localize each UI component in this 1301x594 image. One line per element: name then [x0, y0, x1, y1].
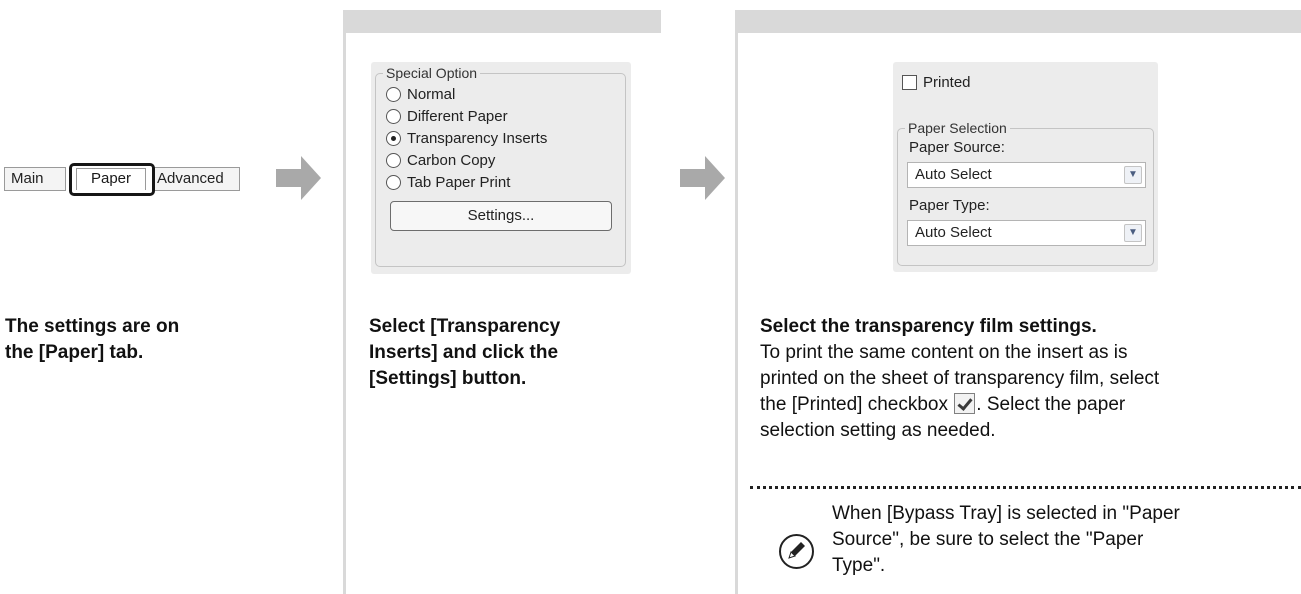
radio-button[interactable]	[386, 152, 401, 168]
note-separator	[750, 486, 1301, 489]
step1-caption-line: The settings are on	[5, 316, 180, 337]
step2-caption-line: Inserts] and click the	[369, 342, 559, 363]
radio-label: Tab Paper Print	[407, 173, 511, 191]
radio-button[interactable]	[386, 86, 401, 102]
panel-divider	[343, 33, 346, 594]
printed-label: Printed	[923, 74, 971, 91]
tab-strip: Main Advanced Paper	[4, 155, 244, 200]
step2-caption-line: Select [Transparency	[369, 316, 561, 337]
paper-selection-title: Paper Selection	[905, 120, 1010, 136]
tab-paper-highlight: Paper	[69, 163, 155, 196]
radio-button[interactable]	[386, 108, 401, 124]
note-line: Type".	[832, 555, 886, 576]
radio-label: Transparency Inserts	[407, 129, 548, 147]
radio-button[interactable]	[386, 174, 401, 190]
step1-caption: The settings are on the [Paper] tab.	[5, 314, 179, 366]
special-option-dialog: Special Option Normal Different Paper Tr…	[371, 62, 631, 274]
settings-button[interactable]: Settings...	[390, 201, 612, 231]
panel-divider	[735, 33, 738, 594]
radio-button-selected[interactable]	[386, 130, 401, 146]
panel-header-bar	[735, 10, 1301, 33]
step3-body-text: the [Printed] checkbox	[760, 394, 948, 415]
step1-caption-line: the [Paper] tab.	[5, 342, 144, 363]
tab-main[interactable]: Main	[4, 167, 66, 191]
paper-source-value: Auto Select	[915, 166, 992, 183]
step2-caption: Select [Transparency Inserts] and click …	[369, 314, 560, 392]
printed-checkbox[interactable]	[902, 75, 917, 90]
chevron-down-icon[interactable]: ▼	[1124, 166, 1142, 184]
step3-heading: Select the transparency film settings.	[760, 316, 1097, 337]
chevron-down-icon[interactable]: ▼	[1124, 224, 1142, 242]
paper-source-select[interactable]: Auto Select ▼	[907, 162, 1146, 188]
note-text: When [Bypass Tray] is selected in "Paper…	[832, 501, 1292, 579]
paper-type-value: Auto Select	[915, 224, 992, 241]
radio-label: Normal	[407, 85, 456, 103]
paper-source-label: Paper Source:	[909, 139, 1005, 156]
step3-body-line: To print the same content on the insert …	[760, 342, 1128, 363]
tab-advanced[interactable]: Advanced	[148, 167, 240, 191]
radio-option-normal[interactable]: Normal	[386, 85, 455, 103]
panel-header-bar	[343, 10, 661, 33]
paper-selection-group: Paper Selection Paper Source: Auto Selec…	[897, 120, 1154, 266]
radio-option-tab-paper-print[interactable]: Tab Paper Print	[386, 173, 510, 191]
radio-label: Carbon Copy	[407, 151, 496, 169]
checkmark-checkbox-icon	[954, 393, 976, 414]
step2-caption-line: [Settings] button.	[369, 368, 527, 389]
step3-body-line: selection setting as needed.	[760, 420, 996, 441]
tab-paper[interactable]: Paper	[76, 168, 146, 190]
step3-body: To print the same content on the insert …	[760, 340, 1300, 444]
paper-type-label: Paper Type:	[909, 197, 990, 214]
step3-body-line: printed on the sheet of transparency fil…	[760, 368, 1160, 389]
radio-option-different-paper[interactable]: Different Paper	[386, 107, 508, 125]
printed-checkbox-row[interactable]: Printed	[902, 74, 971, 91]
special-option-group: Special Option Normal Different Paper Tr…	[375, 65, 626, 267]
radio-option-transparency-inserts[interactable]: Transparency Inserts	[386, 129, 547, 147]
special-option-title: Special Option	[383, 65, 481, 81]
radio-option-carbon-copy[interactable]: Carbon Copy	[386, 151, 495, 169]
note-line: Source", be sure to select the "Paper	[832, 529, 1144, 550]
pencil-icon	[779, 534, 814, 569]
paper-selection-dialog: Printed Paper Selection Paper Source: Au…	[893, 62, 1158, 272]
note-line: When [Bypass Tray] is selected in "Paper	[832, 503, 1180, 524]
step3-body-text: . Select the paper	[976, 394, 1126, 415]
paper-type-select[interactable]: Auto Select ▼	[907, 220, 1146, 246]
radio-label: Different Paper	[407, 107, 508, 125]
step3-body-line: the [Printed] checkbox . Select the pape…	[760, 392, 1300, 418]
